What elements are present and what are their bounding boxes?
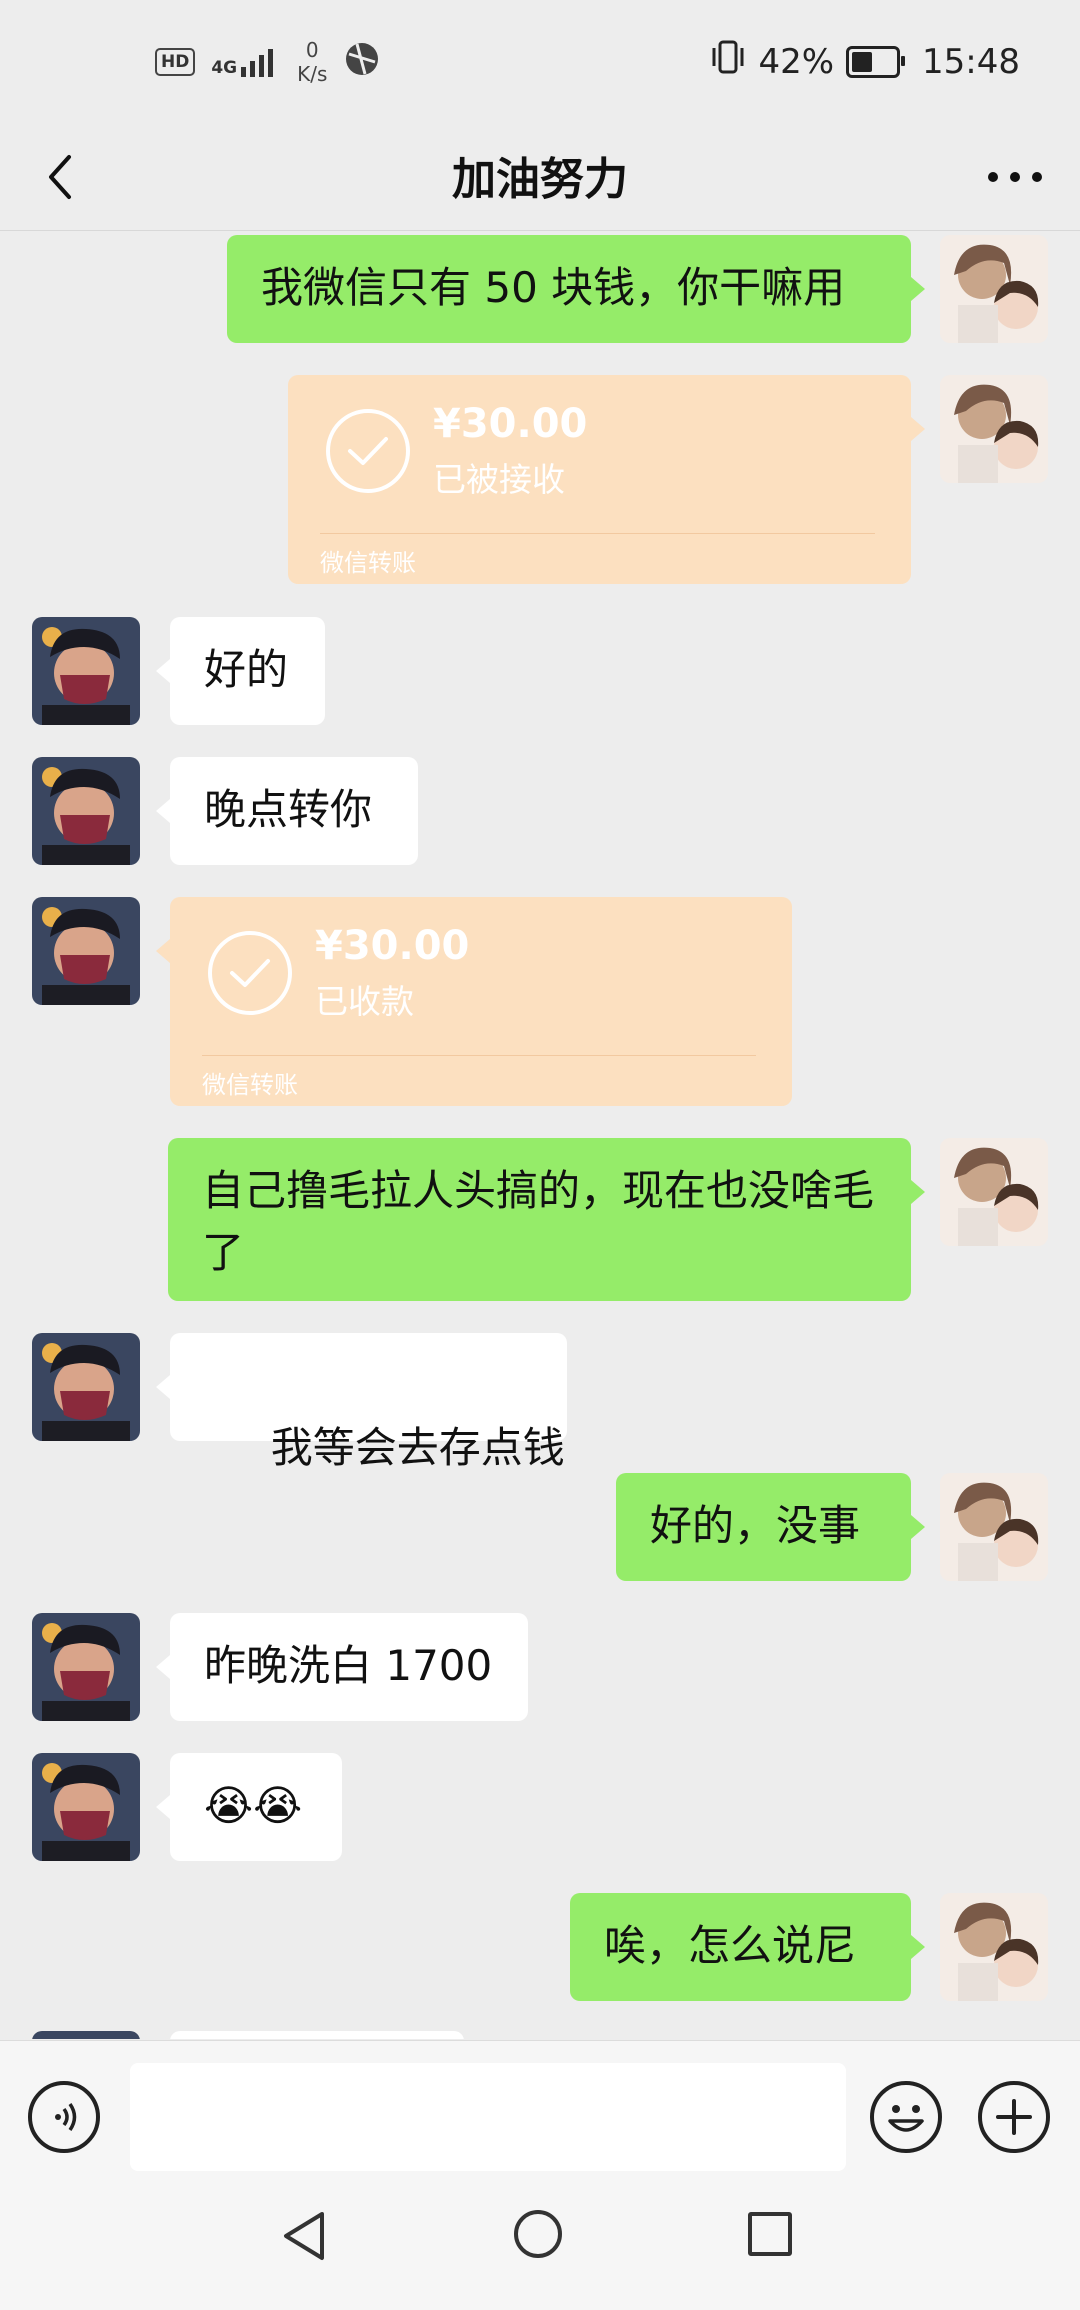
message-bubble[interactable]: 自己撸毛拉人头搞的，现在也没啥毛了 [168, 1138, 911, 1301]
emoji-icon [888, 2105, 924, 2132]
chat-header: 加油努力 [0, 125, 1080, 231]
bubble-tail [156, 939, 170, 963]
bubble-tail [911, 277, 925, 301]
nav-back-icon [284, 2212, 324, 2260]
voice-button[interactable] [28, 2081, 100, 2153]
avatar-self[interactable] [940, 1138, 1048, 1246]
message-text: 好的，没事 [650, 1501, 861, 1550]
battery-icon [846, 45, 906, 78]
transfer-card[interactable]: ¥30.00 已被接收 微信转账 [288, 375, 911, 584]
divider [320, 533, 875, 534]
avatar-contact[interactable] [32, 897, 140, 1005]
status-right: 42% 15:48 [710, 40, 1020, 83]
bubble-tail [911, 1515, 925, 1539]
avatar-self[interactable] [940, 1473, 1048, 1581]
hd-badge: HD [155, 48, 196, 76]
network-type: 4G [211, 58, 238, 78]
bubble-tail [156, 1375, 170, 1399]
nav-back-button[interactable] [280, 2210, 330, 2266]
net-speed-value: 0 [305, 38, 319, 62]
bubble-tail [156, 799, 170, 823]
chat-area[interactable]: 我微信只有 50 块钱，你干嘛用 ¥30.00 已被接收 微信转账 好的 晚点转… [0, 231, 1080, 2039]
bubble-tail [156, 1795, 170, 1819]
message-input[interactable] [130, 2063, 846, 2171]
avatar-contact[interactable] [32, 1613, 140, 1721]
divider [202, 1055, 756, 1056]
status-left: HD 4G 0 K/s [155, 38, 381, 86]
check-circle-icon [326, 409, 410, 493]
transfer-amount: ¥30.00 [315, 923, 470, 969]
check-circle-icon [208, 931, 292, 1015]
battery-fill [852, 51, 873, 72]
avatar-contact[interactable] [32, 2031, 140, 2039]
avatar-contact[interactable] [32, 757, 140, 865]
browser-ball-icon [343, 40, 381, 84]
message-bubble[interactable]: 晚点转你 [170, 757, 418, 865]
transfer-label: 微信转账 [202, 1071, 298, 1099]
transfer-label: 微信转账 [320, 549, 416, 577]
message-bubble[interactable]: 昨晚洗白 1700 [170, 1613, 528, 1721]
avatar-self[interactable] [940, 375, 1048, 483]
bubble-tail [911, 1180, 925, 1204]
avatar-contact[interactable] [32, 1753, 140, 1861]
transfer-amount: ¥30.00 [433, 401, 588, 447]
message-text: 自己撸毛拉人头搞的，现在也没啥毛了 [202, 1166, 875, 1277]
message-bubble[interactable]: 我等会去存点钱 [170, 1333, 567, 1472]
bubble-tail [156, 1655, 170, 1679]
input-bar [0, 2040, 1080, 2181]
bubble-tail [911, 1935, 925, 1959]
system-nav-bar [0, 2180, 1080, 2310]
message-bubble[interactable]: 😭😭 [170, 1753, 342, 1861]
net-speed-unit: K/s [297, 62, 328, 86]
battery-percent: 42% [758, 41, 835, 82]
nav-recent-icon[interactable] [748, 2212, 792, 2256]
avatar-self[interactable] [940, 235, 1048, 343]
nav-home-icon[interactable] [514, 2210, 562, 2258]
chat-title: 加油努力 [452, 154, 628, 205]
message-text: 昨晚洗白 1700 [204, 1641, 493, 1690]
message-text: 晚点转你 [204, 785, 373, 834]
transfer-status: 已被接收 [433, 460, 565, 499]
message-bubble[interactable]: 唉，怎么说尼 [570, 1893, 911, 2001]
message-bubble[interactable]: 我微信只有 50 块钱，你干嘛用 [227, 235, 911, 343]
emoji-button[interactable] [870, 2081, 942, 2153]
message-emoji: 😭😭 [204, 1781, 303, 1830]
bubble-tail [911, 417, 925, 441]
message-bubble[interactable]: 好的 [170, 617, 325, 725]
status-bar: HD 4G 0 K/s 42% 15:48 [0, 0, 1080, 125]
plus-button[interactable] [978, 2081, 1050, 2153]
bubble-tail [156, 659, 170, 683]
plus-icon [996, 2099, 1032, 2135]
voice-icon [55, 2103, 77, 2131]
transfer-card[interactable]: ¥30.00 已收款 微信转账 [170, 897, 792, 1106]
transfer-status: 已收款 [315, 982, 414, 1021]
more-button[interactable] [980, 147, 1050, 207]
message-bubble-partial[interactable] [170, 2031, 464, 2039]
message-text: 我微信只有 50 块钱，你干嘛用 [261, 263, 846, 312]
message-text: 唉，怎么说尼 [604, 1921, 857, 1970]
vibrate-icon [710, 40, 746, 83]
message-text: 我等会去存点钱 [257, 1423, 565, 1472]
message-text: 好的 [204, 645, 289, 694]
message-bubble[interactable]: 好的，没事 [616, 1473, 911, 1581]
more-dots-icon [988, 172, 1042, 182]
clock: 15:48 [922, 41, 1020, 82]
avatar-contact[interactable] [32, 1333, 140, 1441]
avatar-contact[interactable] [32, 617, 140, 725]
signal-icon: 4G [211, 47, 281, 77]
avatar-self[interactable] [940, 1893, 1048, 2001]
net-speed: 0 K/s [297, 38, 327, 86]
